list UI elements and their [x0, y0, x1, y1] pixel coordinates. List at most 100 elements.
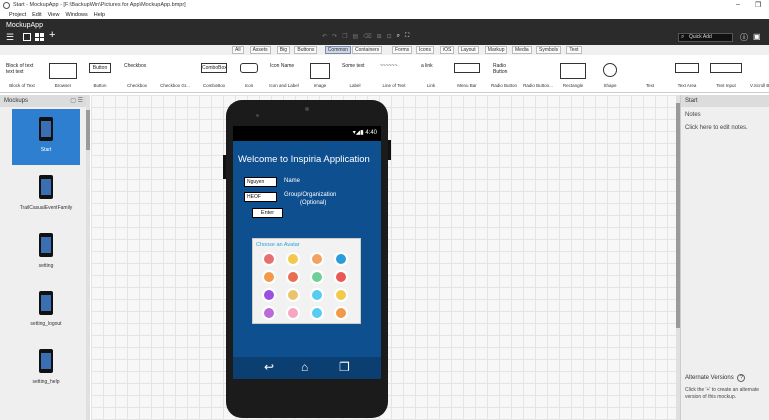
- library-item-link[interactable]: a link Link: [417, 55, 445, 93]
- library-item-radio-button[interactable]: Radio Button...: [522, 55, 554, 93]
- library-item-line-of-text[interactable]: ~~~~~~ Line of Text: [376, 55, 412, 93]
- category-tab-text[interactable]: Text: [566, 46, 582, 54]
- category-tab-buttons[interactable]: Buttons: [294, 46, 318, 54]
- avatar-option[interactable]: [310, 270, 324, 284]
- alternate-versions-help[interactable]: ?: [737, 374, 746, 382]
- search-icon[interactable]: ⌕: [397, 33, 400, 40]
- avatar-option[interactable]: [286, 288, 300, 302]
- category-tab-symbols[interactable]: Symbols: [536, 46, 562, 54]
- grid-view-icon[interactable]: [35, 33, 44, 41]
- info-icon[interactable]: ⓘ: [740, 32, 748, 43]
- avatar-option[interactable]: [310, 306, 324, 320]
- category-tab-ios[interactable]: iOS: [440, 46, 455, 54]
- mockup-name: setting_logout: [30, 321, 62, 327]
- avatar-option[interactable]: [262, 252, 276, 266]
- recents-icon[interactable]: ❐: [339, 360, 350, 374]
- avatar-option[interactable]: [310, 252, 324, 266]
- library-item-block-of-text[interactable]: Block of text text text Block of Text: [2, 55, 42, 93]
- single-view-icon[interactable]: [23, 33, 31, 41]
- library-item-icon[interactable]: Icon: [236, 55, 262, 93]
- welcome-title[interactable]: Welcome to Inspiria Application: [238, 154, 370, 165]
- library-item-shape[interactable]: Shape: [594, 55, 626, 93]
- group-icon[interactable]: ⊞: [377, 33, 382, 40]
- panel-options-icon[interactable]: ▢ ☰: [70, 95, 83, 107]
- avatar-option[interactable]: [334, 270, 348, 284]
- mockups-scrollbar[interactable]: [86, 95, 90, 420]
- alternate-versions-description: Click the '+' to create an alternate ver…: [685, 387, 760, 400]
- library-item-text-input[interactable]: Text Input: [706, 55, 746, 93]
- redo-icon[interactable]: ↷: [332, 33, 337, 40]
- mockup-canvas[interactable]: ▾◢▮ 4:40 Welcome to Inspiria Application…: [91, 95, 676, 420]
- notes-field[interactable]: Click here to edit notes.: [685, 125, 748, 131]
- menu-project[interactable]: Project: [9, 12, 26, 18]
- category-tab-assets[interactable]: Assets: [249, 46, 271, 54]
- category-tab-containers[interactable]: Containers: [352, 46, 383, 54]
- menu-windows[interactable]: Windows: [65, 12, 87, 18]
- library-item-checkbox[interactable]: Checkbox Checkbox: [120, 55, 154, 93]
- avatar-chooser[interactable]: Choose an Avatar: [252, 238, 361, 324]
- avatar-option[interactable]: [262, 270, 276, 284]
- library-item-text-area[interactable]: Text Area: [671, 55, 703, 93]
- library-item-v-scroll-ba[interactable]: V.Scroll Ba: [750, 55, 769, 93]
- avatar-option[interactable]: [286, 306, 300, 320]
- category-tab-icons[interactable]: Icons: [416, 46, 434, 54]
- panel-toggle-icon[interactable]: ▣: [753, 32, 761, 41]
- library-item-icon-and-label[interactable]: Icon Name Icon and Label: [266, 55, 302, 93]
- group-field[interactable]: HEOF: [244, 192, 277, 202]
- category-tab-common[interactable]: Common: [324, 46, 352, 54]
- enter-button[interactable]: Enter: [252, 208, 283, 218]
- hamburger-icon[interactable]: ☰: [6, 32, 14, 42]
- mockup-item[interactable]: TrailCasualEventFamily: [12, 167, 80, 223]
- undo-icon[interactable]: ↶: [322, 33, 327, 40]
- library-item-radio-button[interactable]: Radio Button Radio Button: [489, 55, 519, 93]
- phone-mockup[interactable]: ▾◢▮ 4:40 Welcome to Inspiria Application…: [223, 100, 391, 418]
- window-title: Start - MockupApp - [F:\BackupWin\Pictur…: [13, 2, 186, 8]
- library-item-combobox[interactable]: ComboBox ComboBox: [197, 55, 231, 93]
- lock-icon[interactable]: ⊡: [387, 33, 392, 40]
- menu-help[interactable]: Help: [94, 12, 105, 18]
- avatar-option[interactable]: [262, 288, 276, 302]
- category-tab-layout[interactable]: Layout: [457, 46, 479, 54]
- paste-icon[interactable]: ▤: [352, 33, 358, 40]
- mockup-item[interactable]: setting_logout: [12, 283, 80, 339]
- menu-view[interactable]: View: [48, 12, 60, 18]
- mockup-item[interactable]: setting: [12, 225, 80, 281]
- delete-icon[interactable]: ⌫: [363, 33, 371, 40]
- avatar-option[interactable]: [334, 288, 348, 302]
- mockup-item[interactable]: Start: [12, 109, 80, 165]
- fullscreen-icon[interactable]: ⛶: [405, 33, 409, 40]
- library-item-browser[interactable]: Browser: [45, 55, 81, 93]
- library-item-label[interactable]: Some text Label: [338, 55, 372, 93]
- avatar-option[interactable]: [334, 306, 348, 320]
- category-tab-big[interactable]: Big: [276, 46, 291, 54]
- library-item-label: Link: [426, 83, 436, 88]
- phone-screen[interactable]: ▾◢▮ 4:40 Welcome to Inspiria Application…: [233, 126, 381, 379]
- category-tab-forms[interactable]: Forms: [392, 46, 413, 54]
- avatar-option[interactable]: [286, 270, 300, 284]
- mockup-name: setting: [38, 263, 54, 269]
- restore-button[interactable]: ❐: [755, 1, 761, 9]
- library-item-rectangle[interactable]: Rectangle: [556, 55, 590, 93]
- home-icon[interactable]: ⌂: [301, 360, 308, 374]
- library-item-checkbox-gr[interactable]: Checkbox Gr...: [158, 55, 192, 93]
- library-item-image[interactable]: Image: [306, 55, 334, 93]
- category-tab-all[interactable]: All: [232, 46, 244, 54]
- avatar-option[interactable]: [262, 306, 276, 320]
- avatar-option[interactable]: [286, 252, 300, 266]
- name-field[interactable]: Nguyen: [244, 177, 277, 187]
- copy-icon[interactable]: ❐: [342, 33, 347, 40]
- quick-add-field[interactable]: ⌕ Quick Add: [678, 33, 733, 42]
- minimize-button[interactable]: –: [736, 1, 740, 8]
- library-item-preview: Some text: [342, 63, 365, 69]
- category-tab-markup[interactable]: Markup: [484, 46, 508, 54]
- add-mockup-icon[interactable]: +: [49, 30, 55, 41]
- library-item-button[interactable]: Button Button: [85, 55, 115, 93]
- library-item-text[interactable]: Text: [633, 55, 667, 93]
- menu-edit[interactable]: Edit: [32, 12, 41, 18]
- category-tab-media[interactable]: Media: [512, 46, 532, 54]
- avatar-option[interactable]: [310, 288, 324, 302]
- avatar-option[interactable]: [334, 252, 348, 266]
- back-icon[interactable]: ↩: [264, 360, 274, 374]
- library-item-menu-bar[interactable]: Menu Bar: [450, 55, 484, 93]
- mockup-item[interactable]: setting_help: [12, 341, 80, 397]
